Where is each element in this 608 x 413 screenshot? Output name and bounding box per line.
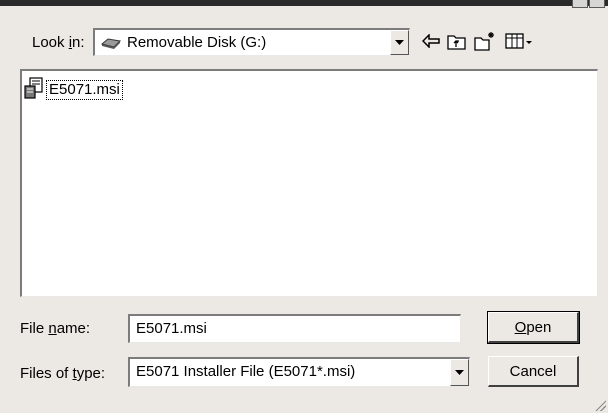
removable-disk-icon (100, 37, 122, 54)
file-type-dropdown[interactable]: E5071 Installer File (E5071*.msi) (128, 357, 470, 387)
list-item[interactable]: E5071.msi (24, 77, 123, 103)
file-type-dropdown-button[interactable] (450, 359, 469, 386)
cancel-button[interactable]: Cancel (488, 356, 579, 387)
chevron-down-icon (395, 39, 404, 45)
open-file-dialog: Look in: Removable Disk (G:) E5071.msi F… (0, 6, 608, 413)
file-type-value: E5071 Installer File (E5071*.msi) (136, 363, 356, 380)
new-folder-icon[interactable] (474, 30, 496, 52)
look-in-label: Look in: (32, 34, 85, 51)
file-type-label: Files of type: (20, 365, 106, 382)
up-folder-icon[interactable] (446, 30, 468, 52)
look-in-dropdown-button[interactable] (390, 30, 409, 55)
chevron-down-icon (455, 369, 464, 375)
file-name-label: File name: (20, 320, 91, 337)
look-in-dropdown[interactable]: Removable Disk (G:) (93, 28, 410, 56)
back-arrow-icon[interactable] (420, 30, 442, 52)
file-name-label: E5071.msi (46, 80, 123, 100)
msi-installer-icon (24, 77, 44, 103)
view-menu-icon[interactable] (504, 30, 534, 52)
open-button[interactable]: Open (487, 311, 580, 344)
resize-grip[interactable] (594, 399, 606, 411)
look-in-value: Removable Disk (G:) (127, 34, 267, 51)
file-name-input[interactable]: E5071.msi (128, 314, 461, 343)
file-list[interactable]: E5071.msi (20, 69, 598, 297)
